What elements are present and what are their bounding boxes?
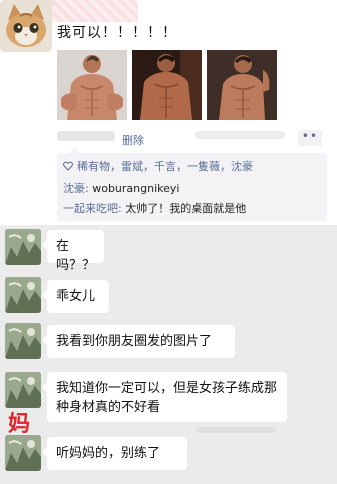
mom-avatar[interactable]	[5, 323, 41, 359]
mom-avatar[interactable]	[5, 229, 41, 265]
post-source-blurred	[195, 131, 285, 139]
blurred-mark	[196, 427, 276, 433]
more-actions-button[interactable]: ••	[298, 130, 322, 146]
poster-avatar[interactable]	[0, 0, 52, 52]
likes-names[interactable]: 稀有物，雷斌，千言，一隻薇，沈豪	[77, 160, 253, 173]
message-bubble[interactable]: 在吗？？	[42, 230, 104, 273]
comment[interactable]: 沈豪: woburangnikeyi	[63, 180, 179, 196]
post-photo[interactable]	[132, 50, 202, 120]
comment-author[interactable]: 沈豪:	[63, 182, 89, 195]
comment-author[interactable]: 一起来吃吧:	[63, 202, 122, 215]
likes-line: 稀有物，雷斌，千言，一隻薇，沈豪	[63, 158, 253, 174]
comment-text: woburangnikeyi	[88, 182, 180, 195]
message-bubble[interactable]: 乖女儿	[42, 280, 109, 313]
message-bubble[interactable]: 我看到你朋友圈发的图片了	[42, 325, 235, 358]
mom-label: 妈	[8, 412, 31, 437]
mom-avatar[interactable]	[5, 277, 41, 313]
chat-conversation: 在吗？？ 乖女儿 我看到你朋友圈发的图片了 我知道你一定可以，但是女孩子练成那种…	[0, 225, 337, 484]
message-bubble[interactable]: 听妈妈的，别练了	[42, 437, 187, 470]
post-photo[interactable]	[57, 50, 127, 120]
likes-comments-box: 稀有物，雷斌，千言，一隻薇，沈豪 沈豪: woburangnikeyi 一起来吃…	[57, 147, 327, 221]
mom-avatar[interactable]	[5, 372, 41, 408]
comment-text: 太帅了！我的桌面就是他	[121, 202, 247, 215]
heart-icon	[63, 160, 73, 173]
moments-post: 我可以！！！！！ 删除 •• 稀有物，雷斌，千言，一隻薇，沈豪 沈豪: wobu…	[0, 0, 337, 225]
post-text: 我可以！！！！！	[57, 25, 177, 41]
message-bubble[interactable]: 我知道你一定可以，但是女孩子练成那种身材真的不好看	[42, 372, 287, 422]
post-timestamp-blurred	[57, 131, 115, 141]
post-photo[interactable]	[207, 50, 277, 120]
delete-link[interactable]: 删除	[122, 132, 144, 148]
mom-avatar[interactable]	[5, 435, 41, 471]
comment[interactable]: 一起来吃吧: 太帅了！我的桌面就是他	[63, 200, 246, 216]
header-decoration	[48, 0, 138, 22]
